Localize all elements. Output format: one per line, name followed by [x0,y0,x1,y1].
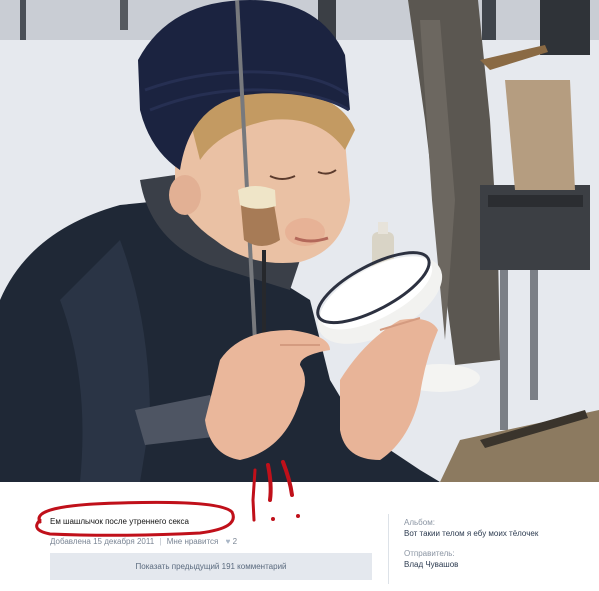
vertical-divider [388,514,389,584]
photo-illustration [0,0,599,482]
post-photo[interactable] [0,0,599,482]
show-previous-comments-button[interactable]: Показать предыдущий 191 комментарий [50,553,372,580]
photo-info-panel: Ем шашлычок после утреннего секса Добавл… [0,482,599,591]
like-button[interactable]: Мне нравится [167,537,219,546]
meta-separator: | [159,537,162,546]
album-label: Альбом: [404,518,435,527]
screenshot-frame: Ем шашлычок после утреннего секса Добавл… [0,0,599,591]
album-link[interactable]: Вот такии телом я ебу моих тёлочек [404,528,554,539]
added-date: Добавлена 15 декабря 2011 [50,537,155,546]
photo-caption: Ем шашлычок после утреннего секса [50,517,189,526]
sender-link[interactable]: Влад Чувашов [404,559,554,570]
photo-sidebar: Альбом: Вот такии телом я ебу моих тёлоч… [404,517,554,570]
heart-icon[interactable]: ♥ [226,537,231,546]
sender-label: Отправитель: [404,549,455,558]
like-count: 2 [232,537,238,546]
post-meta: Добавлена 15 декабря 2011 | Мне нравится… [50,537,237,546]
